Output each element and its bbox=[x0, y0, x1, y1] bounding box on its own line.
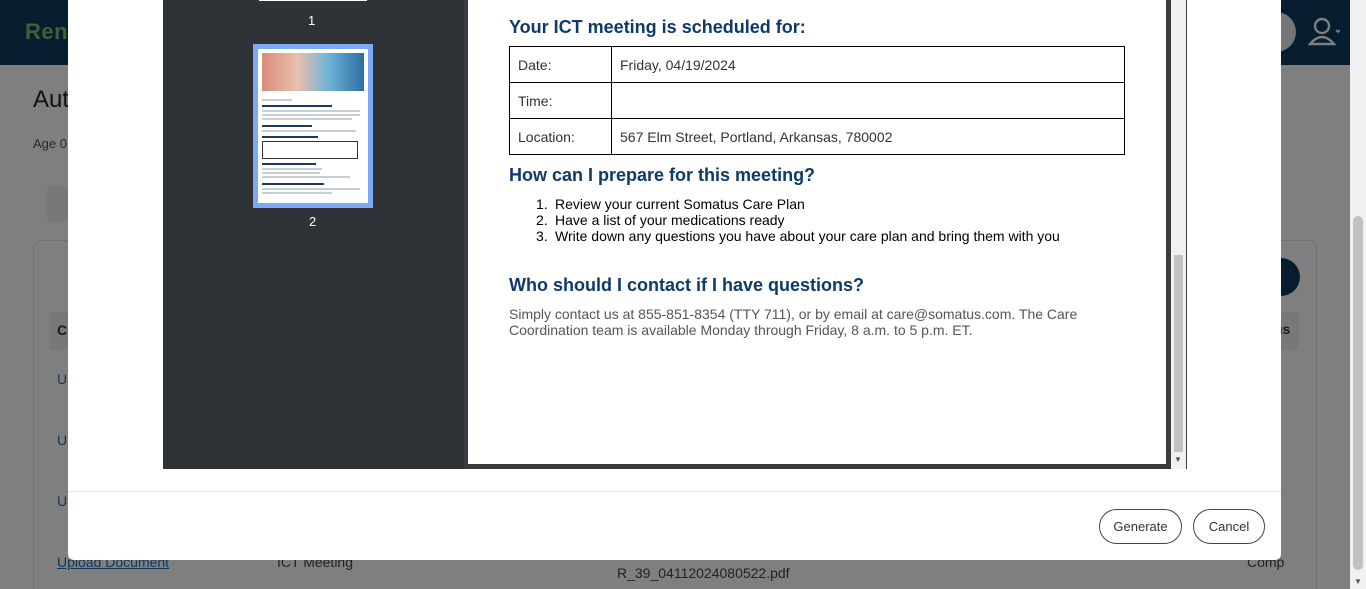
viewer-scrollbar[interactable]: ▼ bbox=[1171, 0, 1186, 469]
page-scrollbar[interactable]: ▼ bbox=[1350, 0, 1366, 589]
document-page: Your ICT meeting is scheduled for: Date:… bbox=[468, 0, 1166, 464]
thumbnail-photo bbox=[262, 53, 364, 91]
page-thumbnail-number: 1 bbox=[308, 13, 316, 28]
list-item: 1. Review your current Somatus Care Plan bbox=[536, 196, 805, 212]
generate-button[interactable]: Generate bbox=[1099, 509, 1182, 544]
heading-prepare: How can I prepare for this meeting? bbox=[509, 165, 816, 185]
location-label: Location: bbox=[509, 118, 612, 155]
scroll-down-arrow-icon[interactable]: ▼ bbox=[1174, 455, 1182, 464]
viewer-scrollbar-thumb[interactable] bbox=[1174, 255, 1183, 452]
heading-scheduled: Your ICT meeting is scheduled for: bbox=[509, 17, 806, 37]
generate-document-modal: 1 2 Your ICT meeting is scheduled for: D… bbox=[68, 0, 1281, 560]
meeting-details-table: Date: Friday, 04/19/2024 Time: Location:… bbox=[509, 46, 1125, 155]
prepare-steps-list: 1. Review your current Somatus Care Plan … bbox=[536, 196, 1060, 244]
time-value bbox=[611, 82, 1125, 119]
date-label: Date: bbox=[509, 46, 612, 83]
page-thumbnail-1[interactable] bbox=[259, 0, 367, 1]
date-value: Friday, 04/19/2024 bbox=[611, 46, 1125, 83]
heading-contact: Who should I contact if I have questions… bbox=[509, 275, 865, 295]
list-item: 3. Write down any questions you have abou… bbox=[536, 228, 1060, 244]
pdf-viewer: 1 2 Your ICT meeting is scheduled for: D… bbox=[163, 0, 1187, 469]
modal-footer-divider bbox=[68, 491, 1281, 492]
list-item: 2. Have a list of your medications ready bbox=[536, 212, 785, 228]
thumbnail-preview bbox=[258, 49, 368, 203]
page-scrollbar-thumb[interactable] bbox=[1353, 216, 1363, 570]
time-label: Time: bbox=[509, 82, 612, 119]
cancel-button[interactable]: Cancel bbox=[1193, 509, 1265, 544]
table-row: Time: bbox=[509, 82, 1125, 119]
page-thumbnail-number: 2 bbox=[309, 214, 317, 229]
scroll-down-arrow-icon[interactable]: ▼ bbox=[1354, 577, 1362, 586]
table-row: Date: Friday, 04/19/2024 bbox=[509, 46, 1125, 83]
location-value: 567 Elm Street, Portland, Arkansas, 7800… bbox=[611, 118, 1125, 155]
contact-paragraph: Simply contact us at 855-851-8354 (TTY 7… bbox=[509, 306, 1078, 338]
page-thumbnail-2[interactable] bbox=[253, 44, 373, 208]
table-row: Location: 567 Elm Street, Portland, Arka… bbox=[509, 118, 1125, 155]
thumbnail-sidebar: 1 2 bbox=[163, 0, 464, 469]
